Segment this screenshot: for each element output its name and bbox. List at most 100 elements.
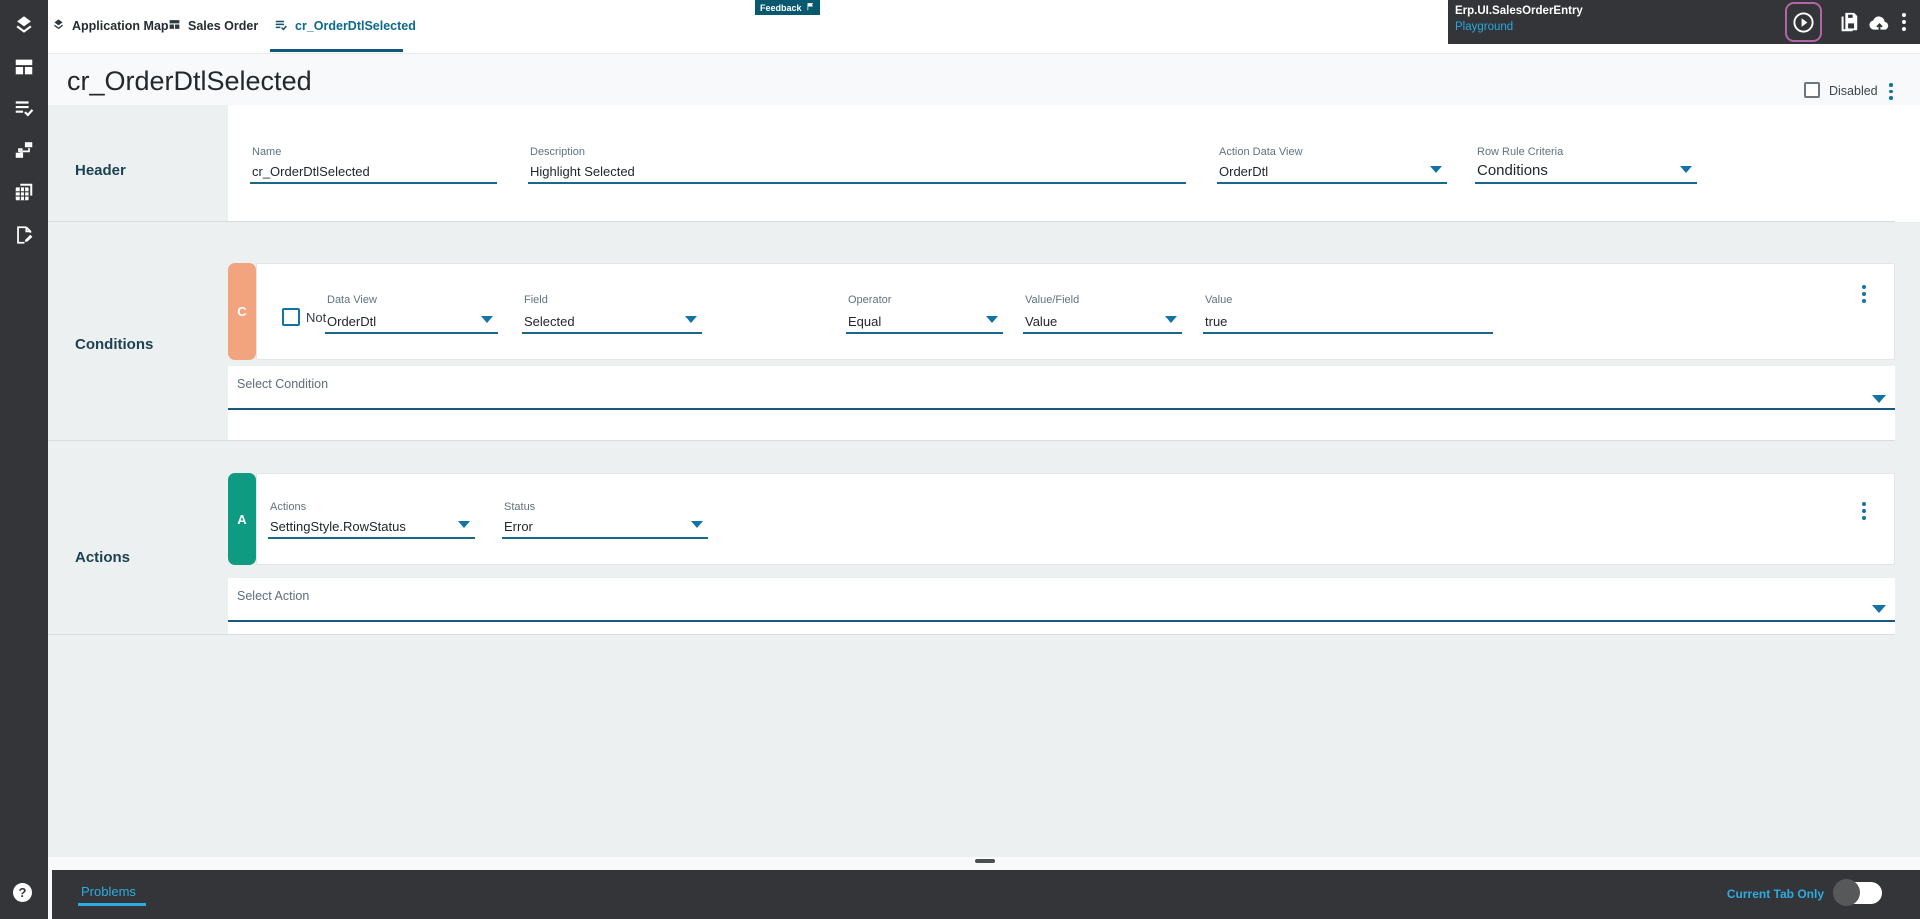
- tab-label: cr_OrderDtlSelected: [295, 19, 416, 33]
- name-field-value: cr_OrderDtlSelected: [252, 164, 370, 179]
- disabled-label: Disabled: [1829, 84, 1878, 98]
- condition-row-menu-icon[interactable]: [1862, 285, 1866, 303]
- rules-list-icon[interactable]: [13, 97, 35, 119]
- action-badge[interactable]: A: [228, 473, 256, 565]
- header-section-label: Header: [75, 162, 126, 179]
- chevron-down-icon: [481, 316, 493, 323]
- condition-badge-letter: C: [237, 304, 247, 319]
- feedback-button[interactable]: Feedback: [755, 0, 820, 15]
- data-view-value: OrderDtl: [327, 314, 377, 329]
- panel-drag-handle[interactable]: [975, 859, 995, 863]
- left-toolbar: ?: [0, 0, 48, 919]
- condition-badge[interactable]: C: [228, 263, 256, 360]
- current-tab-only-toggle[interactable]: [1833, 879, 1882, 906]
- operator-label: Operator: [848, 294, 892, 306]
- tab-application-map[interactable]: Application Map: [52, 0, 169, 52]
- field-value: Selected: [524, 314, 575, 329]
- section-divider: [48, 440, 1895, 441]
- app-layer[interactable]: Playground: [1455, 21, 1513, 33]
- toggle-knob: [1833, 879, 1860, 906]
- chevron-down-icon: [1680, 166, 1692, 173]
- tab-problems[interactable]: Problems: [81, 884, 136, 899]
- page-layout-icon[interactable]: [13, 56, 35, 78]
- chevron-down-icon[interactable]: [1872, 605, 1886, 613]
- section-divider: [48, 634, 1895, 635]
- bottom-panel: Problems Current Tab Only: [52, 870, 1920, 919]
- page-editor-icon[interactable]: [13, 224, 35, 246]
- status-dropdown[interactable]: Status Error: [502, 501, 708, 539]
- data-view-label: Data View: [327, 294, 377, 306]
- name-field-label: Name: [252, 146, 282, 158]
- app-info-panel: Erp.UI.SalesOrderEntry Playground: [1448, 0, 1920, 44]
- select-action-placeholder: Select Action: [237, 589, 310, 603]
- value-field-value: Value: [1025, 314, 1058, 329]
- preview-play-button[interactable]: [1792, 11, 1815, 39]
- value-field-label: Value/Field: [1025, 294, 1080, 306]
- chevron-down-icon: [458, 521, 470, 528]
- chevron-down-icon: [1430, 166, 1442, 173]
- operator-dropdown[interactable]: Operator Equal: [846, 294, 1003, 334]
- select-condition-placeholder: Select Condition: [237, 377, 329, 391]
- chevron-down-icon[interactable]: [1872, 395, 1886, 403]
- tab-cr-orderdtlselected[interactable]: cr_OrderDtlSelected: [274, 0, 416, 52]
- app-studio-window: ? Application Map Sales Order cr_OrderDt…: [0, 0, 1920, 919]
- not-label: Not: [306, 310, 327, 325]
- status-label: Status: [504, 501, 536, 513]
- select-action-row[interactable]: Select Action: [228, 578, 1895, 634]
- page-overflow-menu-icon[interactable]: [1889, 83, 1893, 100]
- disabled-checkbox[interactable]: [1804, 82, 1820, 98]
- application-map-tab-icon: [52, 18, 65, 34]
- page-title: cr_OrderDtlSelected: [67, 66, 312, 96]
- tab-label: Application Map: [72, 19, 169, 33]
- description-field-label: Description: [530, 146, 586, 158]
- app-name: Erp.UI.SalesOrderEntry: [1455, 5, 1583, 17]
- rule-tab-icon: [274, 18, 288, 35]
- conditions-section-label: Conditions: [75, 336, 154, 353]
- current-tab-only-label: Current Tab Only: [1726, 887, 1824, 901]
- actions-value: SettingStyle.RowStatus: [270, 519, 406, 534]
- sales-order-tab-icon: [168, 18, 181, 34]
- actions-label: Actions: [270, 501, 307, 513]
- action-data-view-label: Action Data View: [1219, 146, 1303, 158]
- chevron-down-icon: [691, 521, 703, 528]
- value-field-dropdown[interactable]: Value/Field Value: [1023, 294, 1182, 334]
- tab-sales-order[interactable]: Sales Order: [168, 0, 258, 52]
- select-condition-row[interactable]: Select Condition: [228, 366, 1895, 440]
- select-action-underline: [228, 620, 1895, 622]
- select-condition-underline: [228, 408, 1895, 410]
- feedback-label: Feedback: [760, 2, 802, 13]
- overflow-menu-icon[interactable]: [1902, 13, 1906, 31]
- field-label: Field: [524, 294, 548, 306]
- chevron-down-icon: [1165, 316, 1177, 323]
- section-divider: [48, 221, 1895, 222]
- name-field[interactable]: Name cr_OrderDtlSelected: [250, 146, 497, 184]
- row-rule-criteria-dropdown[interactable]: Row Rule Criteria Conditions: [1475, 146, 1697, 184]
- value-input-value: true: [1205, 314, 1228, 329]
- condition-data-view-dropdown[interactable]: Data View OrderDtl: [325, 294, 498, 334]
- feedback-flag-icon: [806, 2, 815, 13]
- cloud-upload-icon[interactable]: [1867, 10, 1892, 40]
- value-label: Value: [1205, 294, 1233, 306]
- operator-value: Equal: [848, 314, 882, 329]
- value-input[interactable]: Value true: [1203, 294, 1493, 334]
- help-icon[interactable]: ?: [13, 883, 32, 902]
- save-icon[interactable]: [1838, 11, 1860, 38]
- active-tab-underline: [270, 49, 403, 52]
- not-checkbox[interactable]: [282, 308, 300, 326]
- description-field-value: Highlight Selected: [530, 164, 635, 179]
- action-data-view-value: OrderDtl: [1219, 164, 1269, 179]
- actions-dropdown[interactable]: Actions SettingStyle.RowStatus: [268, 501, 475, 539]
- action-badge-letter: A: [237, 511, 247, 527]
- grid-views-icon[interactable]: [13, 181, 35, 203]
- application-map-icon[interactable]: [13, 14, 35, 36]
- condition-field-dropdown[interactable]: Field Selected: [522, 294, 702, 334]
- action-row-menu-icon[interactable]: [1862, 502, 1866, 520]
- chevron-down-icon: [986, 316, 998, 323]
- data-flow-icon[interactable]: [13, 139, 35, 161]
- problems-tab-underline: [78, 903, 146, 906]
- chevron-down-icon: [685, 316, 697, 323]
- help-glyph: ?: [18, 885, 27, 900]
- tab-label: Sales Order: [188, 19, 259, 33]
- action-data-view-dropdown[interactable]: Action Data View OrderDtl: [1217, 146, 1447, 184]
- description-field[interactable]: Description Highlight Selected: [528, 146, 1186, 184]
